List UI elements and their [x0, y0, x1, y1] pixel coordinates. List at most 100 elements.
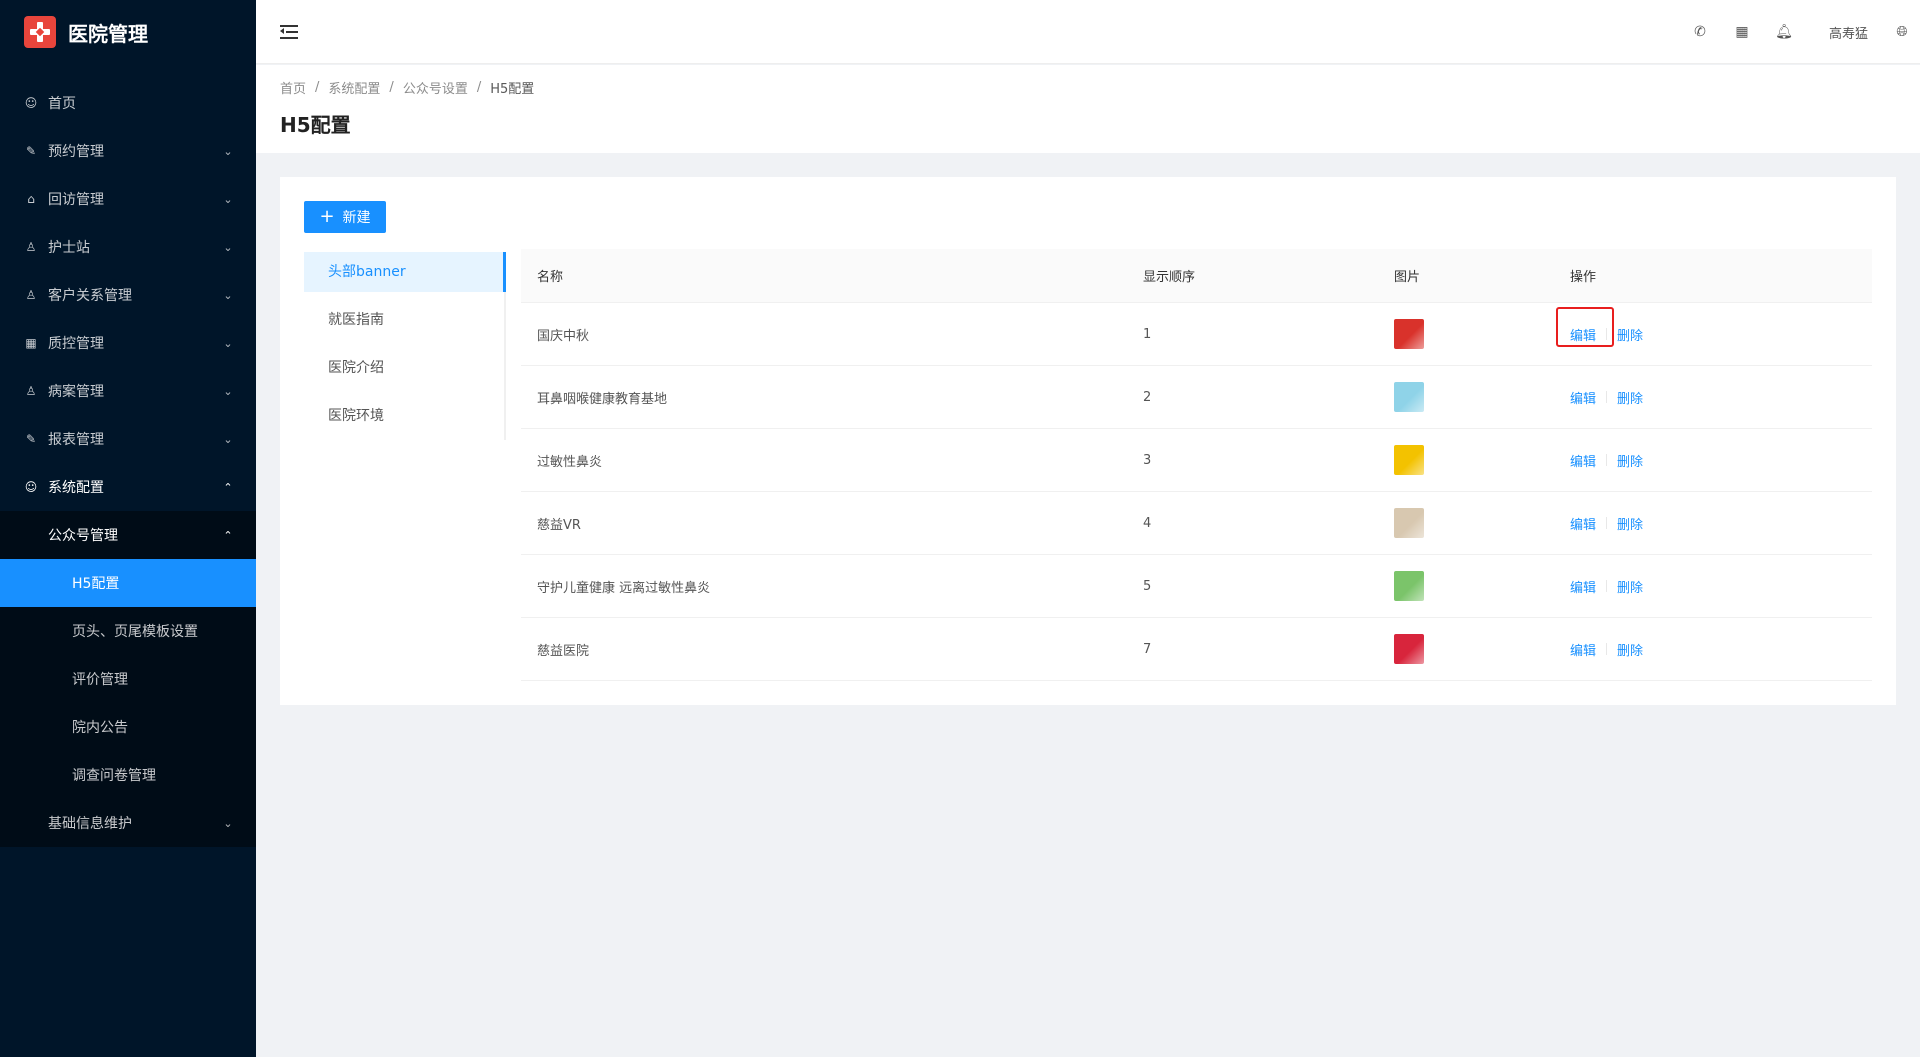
breadcrumb-wechat-settings[interactable]: 公众号设置 [403, 78, 468, 97]
sidebar-item-label: 系统配置 [48, 480, 104, 496]
breadcrumb-separator: / [476, 80, 482, 95]
table-header: 名称 显示顺序 图片 操作 [521, 249, 1872, 303]
column-header-actions: 操作 [1570, 270, 1597, 285]
sidebar-item-label: 报表管理 [48, 432, 104, 448]
edit-icon: ✎ [25, 432, 37, 446]
row-thumbnail[interactable] [1394, 571, 1424, 601]
delete-button[interactable]: 删除 [1617, 577, 1643, 596]
lock-icon: ⌂ [27, 192, 35, 206]
row-order: 2 [1143, 389, 1152, 405]
content-card: + 新建 头部banner 就医指南 医院介绍 医院环境 名称 显示顺序 图片 … [280, 177, 1896, 705]
banner-table: 名称 显示顺序 图片 操作 国庆中秋 1 编辑 删除 耳鼻咽喉健康教育基地 2 … [521, 249, 1872, 681]
chevron-down-icon: ⌄ [223, 240, 233, 254]
table-row: 慈益医院 7 编辑 删除 [521, 618, 1872, 681]
row-name: 慈益医院 [537, 643, 590, 659]
sidebar-item-appointment[interactable]: ✎ 预约管理 ⌄ [0, 127, 256, 175]
sidebar-item-h5-config[interactable]: H5配置 [0, 559, 256, 607]
action-divider [1606, 643, 1608, 655]
user-icon: ♙ [25, 288, 37, 302]
chevron-down-icon: ⌄ [223, 816, 233, 830]
sidebar-item-label: 调查问卷管理 [72, 768, 156, 784]
sidebar-item-quality[interactable]: ▦ 质控管理 ⌄ [0, 319, 256, 367]
sidebar-item-records[interactable]: ♙ 病案管理 ⌄ [0, 367, 256, 415]
sidebar-item-label: 质控管理 [48, 336, 104, 352]
header-actions: ✆ ▦ 🔔︎ 高寿猛 🌐︎ [1679, 0, 1920, 64]
apps-icon[interactable]: ▦ [1721, 0, 1763, 64]
delete-button[interactable]: 删除 [1617, 451, 1643, 470]
chevron-down-icon: ⌄ [223, 432, 233, 446]
sidebar-item-home[interactable]: ☺ 首页 [0, 79, 256, 127]
username[interactable]: 高寿猛 [1829, 23, 1868, 42]
chevron-down-icon: ⌄ [223, 336, 233, 350]
sidebar: 医院管理 ☺ 首页 ✎ 预约管理 ⌄ ⌂ 回访管理 ⌄ ♙ 护士站 ⌄ ♙ 客户… [0, 0, 256, 1057]
tab-medical-guide[interactable]: 就医指南 [304, 300, 504, 340]
sidebar-item-system-config[interactable]: ☺ 系统配置 ⌃ [0, 463, 256, 511]
sidebar-item-label: 院内公告 [72, 720, 128, 736]
edit-button[interactable]: 编辑 [1570, 388, 1596, 407]
delete-button[interactable]: 删除 [1617, 325, 1643, 344]
table-row: 过敏性鼻炎 3 编辑 删除 [521, 429, 1872, 492]
table-row: 耳鼻咽喉健康教育基地 2 编辑 删除 [521, 366, 1872, 429]
column-header-order: 显示顺序 [1143, 270, 1196, 285]
bell-icon[interactable]: 🔔︎ [1763, 0, 1805, 64]
logo[interactable]: 医院管理 [0, 0, 256, 64]
sidebar-item-reports[interactable]: ✎ 报表管理 ⌄ [0, 415, 256, 463]
row-order: 4 [1143, 515, 1152, 531]
sidebar-item-followup[interactable]: ⌂ 回访管理 ⌄ [0, 175, 256, 223]
action-divider [1606, 391, 1608, 403]
dashboard-icon: ☺ [24, 480, 38, 494]
edit-button[interactable]: 编辑 [1570, 451, 1596, 470]
sidebar-item-notices[interactable]: 院内公告 [0, 703, 256, 751]
breadcrumb-home[interactable]: 首页 [280, 78, 306, 97]
breadcrumb-current: H5配置 [490, 82, 535, 97]
user-icon: ♙ [25, 384, 37, 398]
row-order: 3 [1143, 452, 1152, 468]
sidebar-item-basic-info[interactable]: 基础信息维护 ⌄ [0, 799, 256, 847]
chevron-down-icon: ⌄ [223, 144, 233, 158]
delete-button[interactable]: 删除 [1617, 388, 1643, 407]
sidebar-item-label: 评价管理 [72, 672, 128, 688]
page-header: 首页 / 系统配置 / 公众号设置 / H5配置 H5配置 [256, 65, 1920, 153]
sidebar-item-label: 客户关系管理 [48, 288, 132, 304]
sidebar-menu: ☺ 首页 ✎ 预约管理 ⌄ ⌂ 回访管理 ⌄ ♙ 护士站 ⌄ ♙ 客户关系管理 … [0, 79, 256, 847]
user-icon: ♙ [25, 240, 37, 254]
category-tabs: 头部banner 就医指南 医院介绍 医院环境 [304, 252, 506, 440]
tab-hospital-environment[interactable]: 医院环境 [304, 396, 504, 436]
row-name: 慈益VR [537, 517, 581, 533]
tab-hospital-intro[interactable]: 医院介绍 [304, 348, 504, 388]
sidebar-item-header-footer[interactable]: 页头、页尾模板设置 [0, 607, 256, 655]
sidebar-item-wechat[interactable]: 公众号管理 ⌃ [0, 511, 256, 559]
breadcrumb-system-config[interactable]: 系统配置 [328, 78, 380, 97]
row-thumbnail[interactable] [1394, 508, 1424, 538]
menu-fold-icon[interactable] [280, 23, 298, 41]
sidebar-item-reviews[interactable]: 评价管理 [0, 655, 256, 703]
plus-icon: + [319, 206, 335, 227]
new-button[interactable]: + 新建 [304, 201, 386, 233]
edit-button[interactable]: 编辑 [1570, 514, 1596, 533]
edit-button[interactable]: 编辑 [1570, 577, 1596, 596]
breadcrumb-separator: / [389, 80, 394, 95]
table-row: 国庆中秋 1 编辑 删除 [521, 303, 1872, 366]
phone-icon[interactable]: ✆ [1679, 0, 1721, 64]
system-config-submenu: 公众号管理 ⌃ H5配置 页头、页尾模板设置 评价管理 院内公告 调查问卷管理 … [0, 511, 256, 847]
globe-icon[interactable]: 🌐︎ [1884, 0, 1920, 64]
sidebar-item-label: 公众号管理 [48, 528, 118, 544]
sidebar-item-surveys[interactable]: 调查问卷管理 [0, 751, 256, 799]
new-button-label: 新建 [342, 210, 371, 226]
column-header-name: 名称 [537, 270, 564, 285]
delete-button[interactable]: 删除 [1617, 640, 1643, 659]
sidebar-item-nurse-station[interactable]: ♙ 护士站 ⌄ [0, 223, 256, 271]
edit-button[interactable]: 编辑 [1570, 640, 1596, 659]
row-name: 过敏性鼻炎 [537, 454, 603, 470]
chevron-down-icon: ⌄ [223, 384, 233, 398]
sidebar-item-crm[interactable]: ♙ 客户关系管理 ⌄ [0, 271, 256, 319]
page-title: H5配置 [280, 113, 351, 137]
row-thumbnail[interactable] [1394, 319, 1424, 349]
row-thumbnail[interactable] [1394, 634, 1424, 664]
edit-button[interactable]: 编辑 [1555, 306, 1615, 347]
tab-header-banner[interactable]: 头部banner [304, 252, 506, 292]
row-thumbnail[interactable] [1394, 382, 1424, 412]
delete-button[interactable]: 删除 [1617, 514, 1643, 533]
row-thumbnail[interactable] [1394, 445, 1424, 475]
edit-icon: ✎ [25, 144, 37, 158]
